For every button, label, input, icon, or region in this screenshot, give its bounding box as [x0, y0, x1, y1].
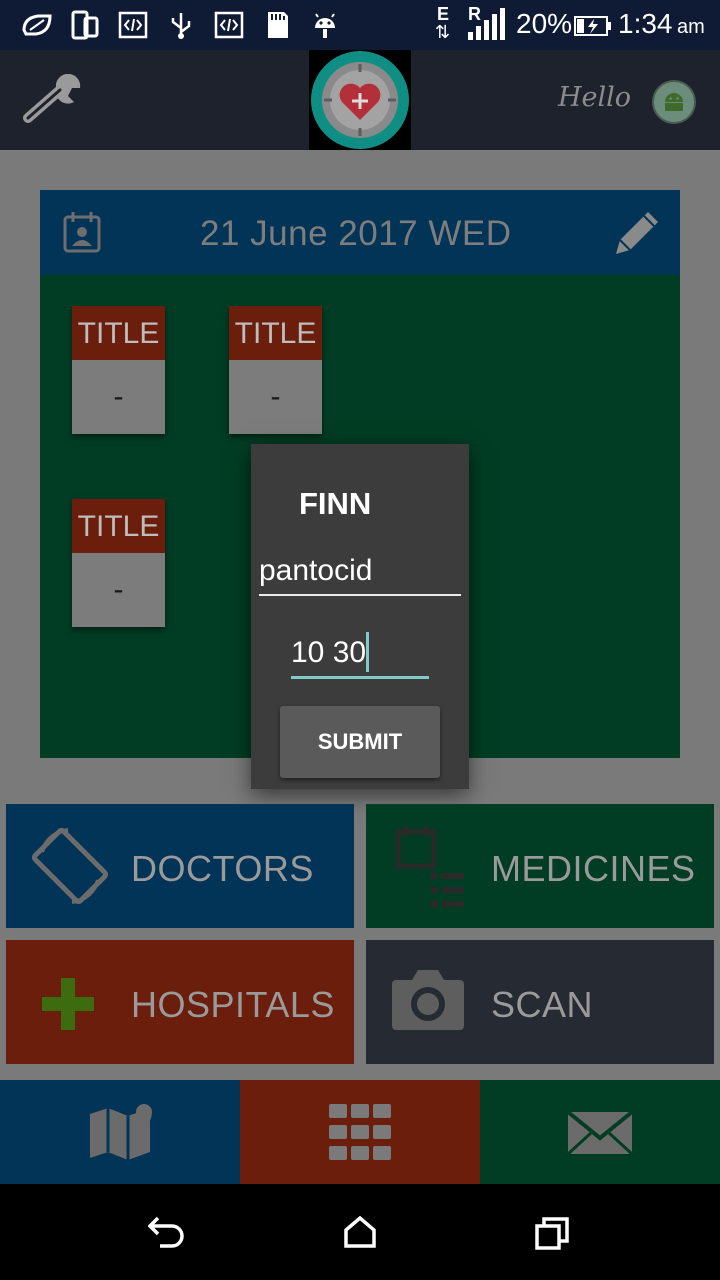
text-cursor — [366, 632, 369, 672]
system-nav-bar — [0, 1184, 720, 1280]
card-value: - — [229, 360, 322, 434]
home-icon[interactable] — [342, 1214, 378, 1250]
clock-time: 1:34 — [618, 8, 673, 39]
card-title: TITLE — [229, 306, 322, 360]
calendar-contact-icon[interactable] — [62, 210, 102, 254]
medicines-label: MEDICINES — [491, 848, 696, 889]
edit-pencil-icon[interactable] — [612, 206, 664, 258]
user-avatar[interactable] — [652, 80, 696, 124]
card-value: - — [72, 553, 165, 627]
greeting-text: Hello — [558, 82, 632, 113]
usb-icon — [171, 13, 191, 39]
data-arrows-icon: ⇅ — [435, 22, 451, 42]
medicine-name-value: pantocid — [259, 554, 373, 587]
android-icon — [315, 13, 335, 38]
card-title: TITLE — [72, 499, 165, 553]
dialog-title: FINN — [299, 486, 372, 521]
app-logo — [309, 50, 411, 150]
card-title: TITLE — [72, 306, 165, 360]
time-value: 10 30 — [291, 636, 367, 669]
doctors-label: DOCTORS — [131, 848, 314, 889]
sd-card-icon — [268, 12, 288, 38]
settings-wrench-icon[interactable] — [22, 74, 84, 126]
battery-percent: 20% — [516, 8, 573, 39]
calendar-list-icon — [395, 826, 464, 908]
leaf-notification-icon — [22, 14, 52, 36]
medicine-name-field[interactable]: pantocid — [259, 550, 461, 596]
battery-charging-icon — [574, 16, 611, 36]
date-text: 21 June 2017 WED — [200, 214, 512, 253]
camera-icon — [392, 970, 464, 1030]
hospitals-label: HOSPITALS — [131, 984, 335, 1025]
tab-mail[interactable] — [480, 1080, 720, 1184]
heart-medical-logo-icon — [311, 51, 409, 149]
device-icon — [71, 10, 99, 40]
scan-label: SCAN — [491, 984, 594, 1025]
clock-ampm: am — [677, 16, 705, 38]
android-avatar-icon — [665, 93, 683, 111]
scan-tile[interactable]: SCAN — [366, 940, 714, 1064]
reminder-card[interactable]: TITLE - — [72, 499, 165, 627]
map-icon — [90, 1104, 152, 1160]
screen-rotation-icon — [31, 827, 109, 905]
tab-grid[interactable] — [240, 1080, 480, 1184]
date-header: 21 June 2017 WED — [40, 190, 680, 275]
code-icon — [118, 11, 148, 39]
submit-button[interactable]: SUBMIT — [280, 706, 440, 778]
hospitals-tile[interactable]: HOSPITALS — [6, 940, 354, 1064]
medicines-tile[interactable]: MEDICINES — [366, 804, 714, 928]
time-field[interactable]: 10 30 — [291, 632, 429, 679]
reminder-card[interactable]: TITLE - — [72, 306, 165, 434]
back-icon[interactable] — [148, 1214, 188, 1250]
recents-icon[interactable] — [534, 1216, 570, 1250]
tab-map[interactable] — [0, 1080, 240, 1184]
code-icon-2 — [214, 11, 244, 39]
reminder-card[interactable]: TITLE - — [229, 306, 322, 434]
mail-icon — [566, 1110, 634, 1156]
status-bar: E ⇅ R 20% 1:34 am — [0, 0, 720, 50]
doctors-tile[interactable]: DOCTORS — [6, 804, 354, 928]
card-value: - — [72, 360, 165, 434]
grid-icon — [329, 1104, 391, 1160]
plus-cross-icon — [42, 978, 94, 1030]
reminder-dialog: FINN pantocid 10 30 SUBMIT — [251, 444, 469, 789]
signal-icon — [468, 8, 505, 40]
